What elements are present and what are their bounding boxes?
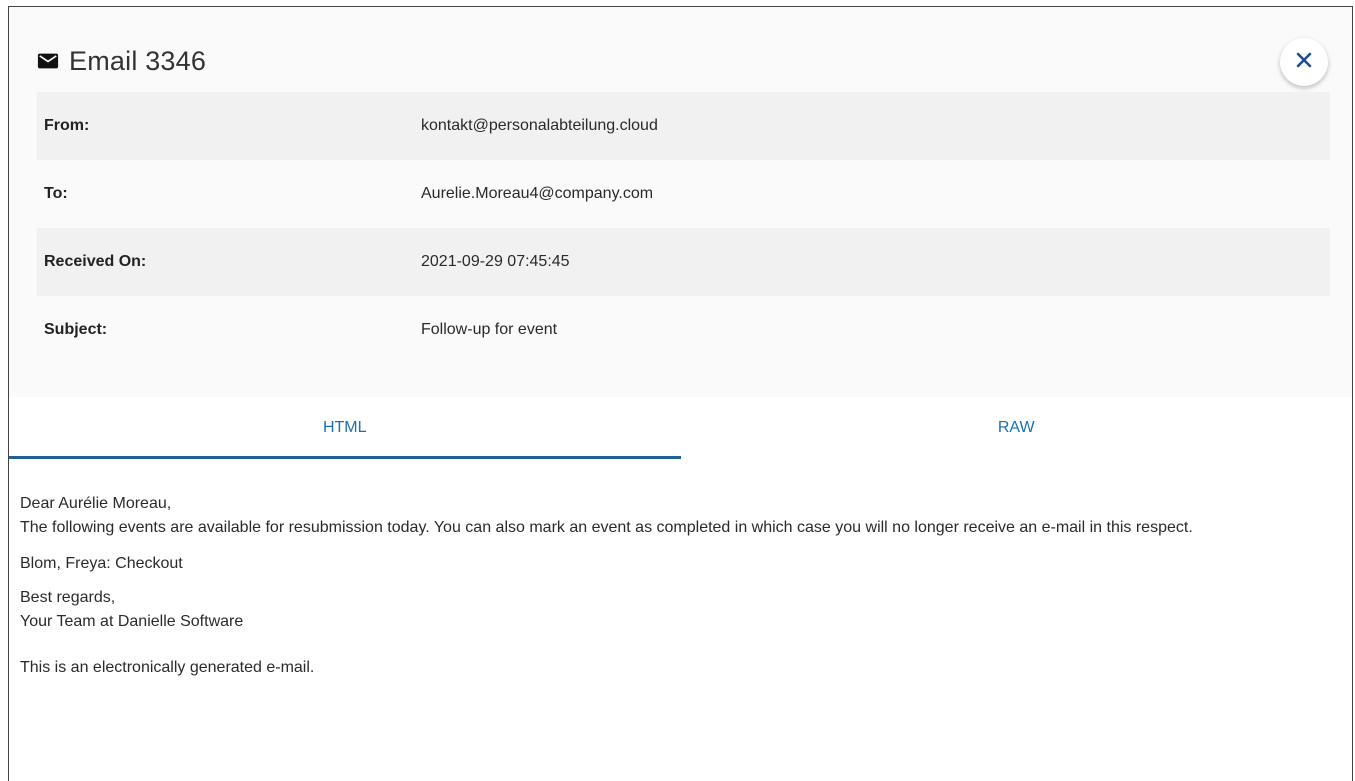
received-value: 2021-09-29 07:45:45 bbox=[421, 253, 570, 270]
to-value: Aurelie.Moreau4@company.com bbox=[421, 185, 654, 202]
close-button[interactable] bbox=[1280, 38, 1328, 86]
meta-row-subject: Subject: Follow-up for event bbox=[37, 296, 1330, 364]
body-greeting: Dear Aurélie Moreau, bbox=[20, 495, 172, 512]
body-intro: The following events are available for r… bbox=[20, 519, 1193, 536]
email-body: Dear Aurélie Moreau, The following event… bbox=[9, 459, 1352, 781]
meta-row-to: To: Aurelie.Moreau4@company.com bbox=[37, 160, 1330, 228]
to-label: To: bbox=[44, 185, 68, 202]
from-value: kontakt@personalabteilung.cloud bbox=[421, 117, 658, 134]
body-event: Blom, Freya: Checkout bbox=[20, 555, 183, 572]
email-body-content: Dear Aurélie Moreau, The following event… bbox=[9, 459, 1340, 680]
email-viewer-dialog: Email 3346 From: kontakt@personalabteilu… bbox=[8, 6, 1353, 781]
envelope-icon bbox=[37, 50, 59, 72]
email-header: Email 3346 From: kontakt@personalabteilu… bbox=[9, 7, 1352, 397]
meta-row-received: Received On: 2021-09-29 07:45:45 bbox=[37, 228, 1330, 296]
meta-row-from: From: kontakt@personalabteilung.cloud bbox=[37, 92, 1330, 160]
subject-value: Follow-up for event bbox=[421, 321, 558, 338]
tab-html[interactable]: HTML bbox=[9, 397, 681, 459]
from-label: From: bbox=[44, 117, 90, 134]
title-row: Email 3346 bbox=[37, 43, 206, 79]
tab-raw[interactable]: RAW bbox=[681, 397, 1353, 459]
close-icon[interactable] bbox=[1295, 51, 1313, 74]
dialog-title: Email 3346 bbox=[69, 45, 207, 76]
email-metadata-table: From: kontakt@personalabteilung.cloud To… bbox=[37, 92, 1330, 364]
subject-label: Subject: bbox=[44, 321, 108, 338]
received-label: Received On: bbox=[44, 253, 147, 270]
body-footer: This is an electronically generated e-ma… bbox=[20, 659, 315, 676]
body-closing: Best regards, bbox=[20, 589, 116, 606]
body-signature: Your Team at Danielle Software bbox=[20, 613, 244, 630]
view-tabs: HTML RAW bbox=[9, 397, 1352, 459]
